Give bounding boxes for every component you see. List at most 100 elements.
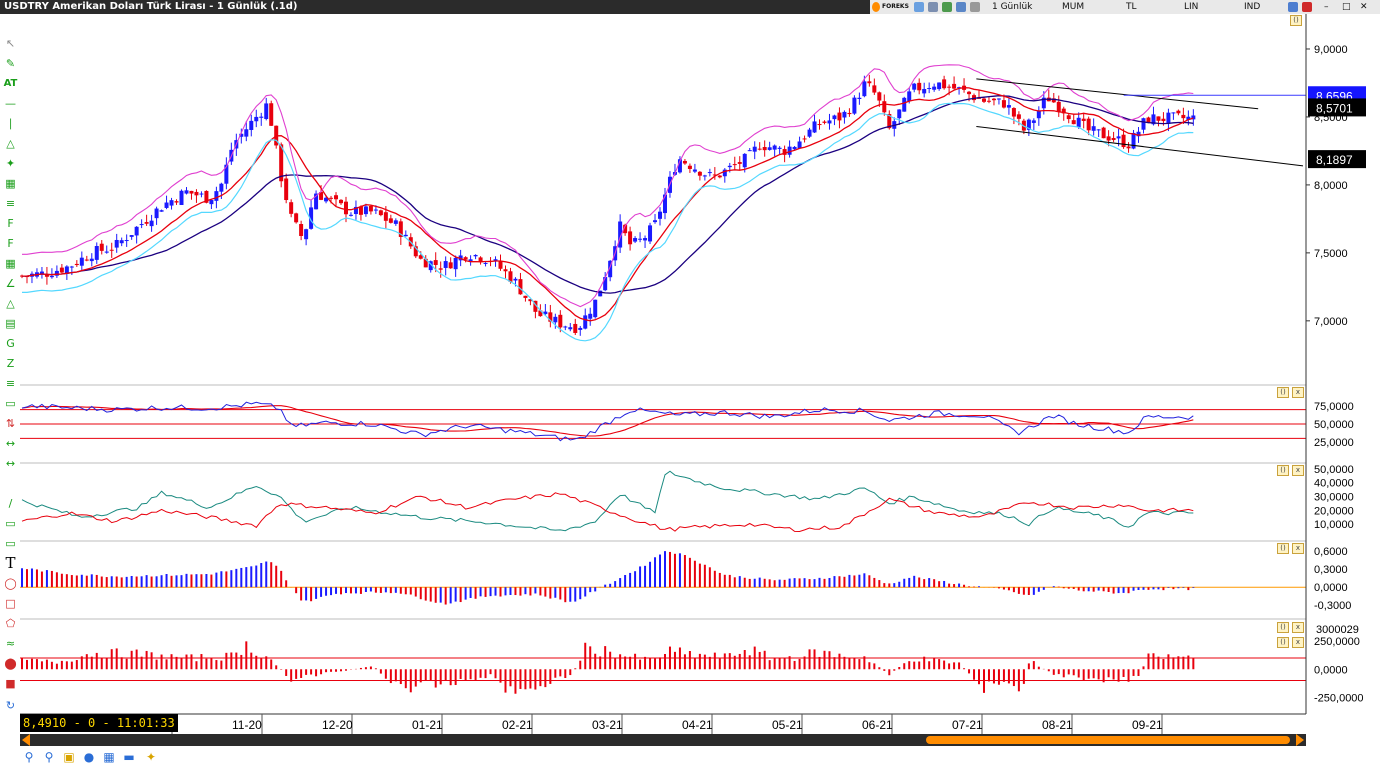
- zoom-in-icon[interactable]: ⚲: [22, 750, 36, 764]
- candle-body: [453, 257, 458, 270]
- foreks-label: FOREKS: [882, 3, 909, 10]
- candle-body: [498, 260, 503, 269]
- candle-body: [947, 86, 952, 88]
- template-icon[interactable]: ●: [82, 750, 96, 764]
- candle-body: [483, 262, 488, 264]
- minimize-icon[interactable]: –: [1324, 0, 1329, 14]
- candle-body: [857, 97, 862, 99]
- candle-body: [882, 101, 887, 113]
- date-tick-label: 03-21: [592, 718, 623, 732]
- scroll-right-icon[interactable]: [1296, 734, 1304, 746]
- candle-body: [717, 175, 722, 178]
- panel-settings-button[interactable]: (): [1290, 15, 1302, 26]
- candle-body: [289, 202, 294, 214]
- volume-tick-label: 250,0000: [1314, 636, 1360, 648]
- chart-area[interactable]: 9,00008,50008,00007,50007,00008,65968,57…: [0, 14, 1380, 734]
- candle-body: [772, 145, 777, 150]
- dropdown-icon[interactable]: [970, 2, 980, 12]
- date-tick-label: 07-21: [952, 718, 983, 732]
- compass-icon[interactable]: [956, 2, 966, 12]
- candle-body: [986, 100, 991, 102]
- database-icon[interactable]: ▬: [122, 750, 136, 764]
- candle-body: [84, 259, 89, 261]
- candle-body: [588, 313, 593, 319]
- dmi-minus-line: [21, 492, 1194, 533]
- candle-body: [837, 112, 842, 121]
- pin-icon[interactable]: [1288, 2, 1298, 12]
- layout-icon[interactable]: ▦: [102, 750, 116, 764]
- candle-body: [996, 98, 1001, 100]
- trend-line: [976, 78, 1259, 110]
- volume2-settings-button[interactable]: (): [1277, 637, 1289, 648]
- indicator-button[interactable]: IND: [1244, 0, 1260, 14]
- candle-body: [368, 205, 373, 212]
- dmi-settings-button[interactable]: (): [1277, 465, 1289, 476]
- candle-body: [927, 88, 932, 90]
- save-icon[interactable]: ▣: [62, 750, 76, 764]
- candle-body: [802, 138, 807, 140]
- volume2-close-button[interactable]: x: [1292, 637, 1304, 648]
- candle-body: [643, 238, 648, 241]
- candle-body: [79, 257, 84, 266]
- candle-body: [1056, 101, 1061, 112]
- calculator-icon[interactable]: [928, 2, 938, 12]
- macd-close-button[interactable]: x: [1292, 543, 1304, 554]
- scroll-thumb[interactable]: [926, 736, 1290, 744]
- candle-body: [443, 261, 448, 268]
- period-button[interactable]: 1 Günlük: [992, 0, 1032, 14]
- maximize-icon[interactable]: □: [1342, 0, 1351, 14]
- candle-body: [129, 235, 134, 237]
- magic-icon[interactable]: ✦: [144, 750, 158, 764]
- chart-type-button[interactable]: MUM: [1062, 0, 1084, 14]
- currency-button[interactable]: TL: [1126, 0, 1137, 14]
- candle-body: [259, 116, 264, 118]
- candle-body: [1156, 116, 1161, 121]
- volume-close-button[interactable]: x: [1292, 622, 1304, 633]
- candle-body: [762, 147, 767, 151]
- candle-body: [737, 162, 742, 164]
- grid-icon[interactable]: [942, 2, 952, 12]
- candle-body: [1171, 112, 1176, 114]
- candle-body: [339, 199, 344, 204]
- date-axis-background: [20, 714, 1306, 734]
- dmi-close-button[interactable]: x: [1292, 465, 1304, 476]
- candle-body: [194, 191, 199, 196]
- candle-body: [807, 129, 812, 137]
- candle-body: [1096, 129, 1101, 131]
- date-tick-label: 01-21: [412, 718, 443, 732]
- candle-body: [1031, 120, 1036, 123]
- volume-tick-label: -250,0000: [1314, 692, 1364, 704]
- rsi-tick-label: 75,0000: [1314, 401, 1354, 413]
- candle-body: [583, 315, 588, 329]
- scroll-left-icon[interactable]: [22, 734, 30, 746]
- candle-body: [912, 83, 917, 90]
- volume-tick-label: 0,0000: [1314, 664, 1348, 676]
- rsi-tick-label: 50,0000: [1314, 419, 1354, 431]
- candle-body: [438, 268, 443, 270]
- candle-body: [752, 146, 757, 152]
- scale-button[interactable]: LIN: [1184, 0, 1198, 14]
- candle-body: [254, 116, 259, 122]
- date-tick-label: 09-21: [1132, 718, 1163, 732]
- macd-tick-label: -0,3000: [1314, 600, 1351, 612]
- candle-body: [1086, 118, 1091, 131]
- candle-body: [638, 238, 643, 240]
- price-tick-label: 8,0000: [1314, 180, 1348, 192]
- rsi-close-button[interactable]: x: [1292, 387, 1304, 398]
- candle-body: [697, 171, 702, 176]
- candle-body: [94, 246, 99, 260]
- candle-body: [1016, 114, 1021, 119]
- candle-body: [473, 254, 478, 257]
- macd-settings-button[interactable]: (): [1277, 543, 1289, 554]
- macd-tick-label: 0,0000: [1314, 582, 1348, 594]
- candle-body: [847, 112, 852, 115]
- alert-icon[interactable]: [1302, 2, 1312, 12]
- chart-icon[interactable]: [914, 2, 924, 12]
- volume-settings-button[interactable]: (): [1277, 622, 1289, 633]
- close-icon[interactable]: ✕: [1360, 0, 1368, 14]
- rsi-settings-button[interactable]: (): [1277, 387, 1289, 398]
- candle-body: [1176, 110, 1181, 114]
- candle-body: [558, 314, 563, 328]
- zoom-out-icon[interactable]: ⚲: [42, 750, 56, 764]
- candle-body: [767, 147, 772, 150]
